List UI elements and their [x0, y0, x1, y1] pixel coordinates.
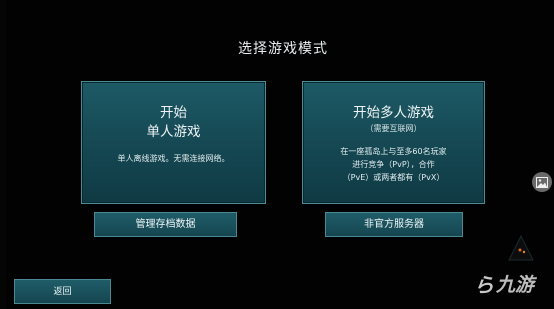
- watermark-glyph: ら: [474, 272, 494, 297]
- multiplayer-title: 开始多人游戏: [353, 105, 434, 121]
- single-player-line1: 开始: [160, 105, 187, 121]
- image-icon[interactable]: [532, 172, 552, 192]
- multiplayer-card[interactable]: 开始多人游戏 （需要互联网） 在一座孤岛上与至多60名玩家 进行竞争（PvP），…: [302, 81, 485, 204]
- image-icon-glyph: [536, 176, 548, 188]
- multiplayer-desc-line1: 在一座孤岛上与至多60名玩家: [340, 147, 447, 156]
- watermark-logo: ら 九游: [474, 268, 554, 298]
- multiplayer-subtitle: （需要互联网）: [365, 124, 422, 133]
- back-button[interactable]: 返回: [14, 279, 111, 304]
- game-screen: 选择游戏模式 开始 单人游戏 单人离线游戏。无需连接网络。 开始多人游戏 （需要…: [0, 0, 554, 309]
- single-player-card[interactable]: 开始 单人游戏 单人离线游戏。无需连接网络。: [81, 81, 266, 204]
- watermark-text: 九游: [496, 273, 535, 296]
- single-player-description: 单人离线游戏。无需连接网络。: [117, 154, 230, 163]
- multiplayer-desc-line3: （PvE）或两者都有（PvX）: [342, 173, 445, 182]
- manage-saves-button[interactable]: 管理存档数据: [94, 212, 237, 237]
- unofficial-servers-button[interactable]: 非官方服务器: [325, 212, 463, 237]
- screen-title: 选择游戏模式: [238, 41, 328, 57]
- decorative-flame-icon: [508, 234, 534, 261]
- multiplayer-desc-line2: 进行竞争（PvP），合作: [352, 160, 435, 169]
- single-player-line2: 单人游戏: [146, 124, 201, 140]
